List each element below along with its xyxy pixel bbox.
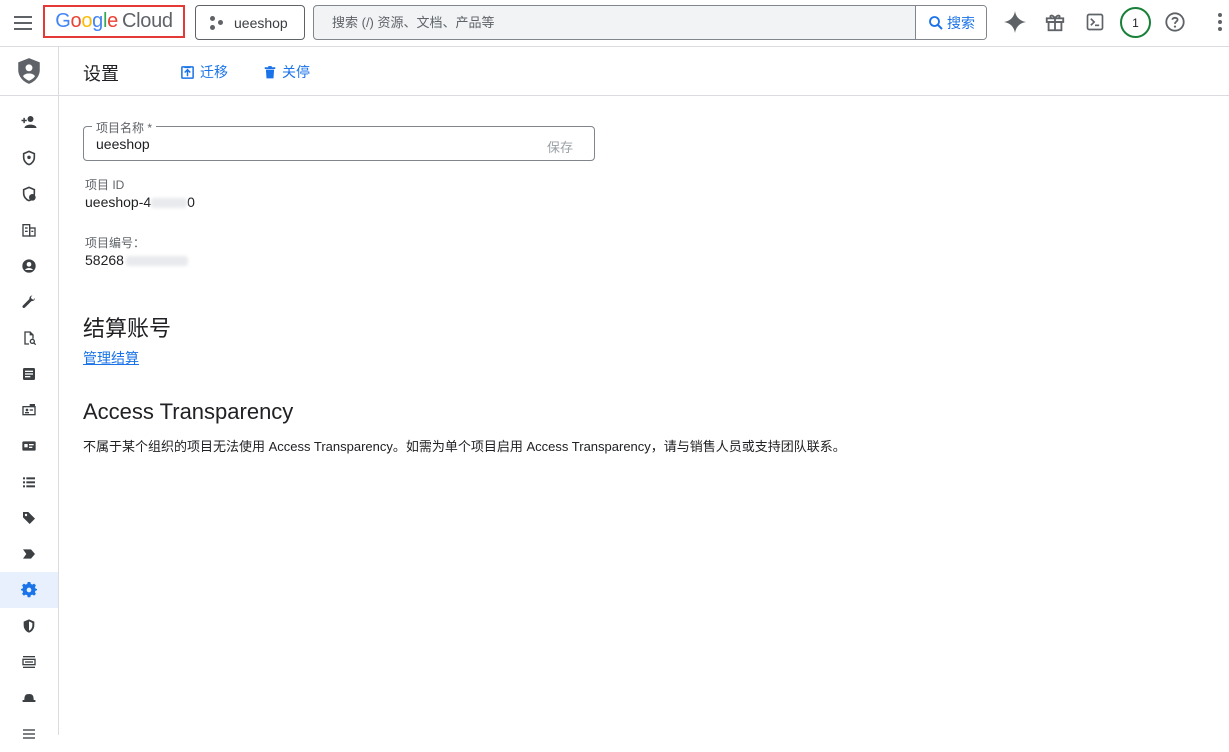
project-number-value: 58268 xyxy=(85,252,188,268)
list-icon xyxy=(23,477,35,488)
project-name-field[interactable]: 项目名称 * ueeshop 保存 xyxy=(83,119,595,161)
search-button[interactable]: 搜索 xyxy=(915,6,986,39)
shutdown-label: 关停 xyxy=(282,64,310,80)
view-list-icon xyxy=(22,656,36,668)
sidebar-item-settings[interactable] xyxy=(0,572,58,608)
logo-cloud-text: Cloud xyxy=(121,10,173,32)
project-number-text: 58268 xyxy=(85,252,124,268)
sidebar-item-tags[interactable] xyxy=(0,500,58,536)
billing-section-title: 结算账号 xyxy=(83,316,172,341)
top-bar: Google Cloud ueeshop 搜索 1 xyxy=(0,0,1229,47)
project-number-label: 项目编号： xyxy=(85,236,146,250)
label-arrow-icon xyxy=(23,549,35,559)
search-icon xyxy=(929,15,943,30)
migrate-label: 迁移 xyxy=(200,64,228,80)
sidebar-item-workload-identity[interactable] xyxy=(0,428,58,464)
sidebar-item-label-arrow[interactable] xyxy=(0,536,58,572)
sidebar-item-organizations[interactable] xyxy=(0,212,58,248)
project-name-value[interactable]: ueeshop xyxy=(96,136,150,152)
sidebar-item-org-policies[interactable] xyxy=(0,356,58,392)
access-transparency-title: Access Transparency xyxy=(83,399,294,424)
document-search-icon xyxy=(24,331,37,346)
sidebar-item-principal-access[interactable] xyxy=(0,176,58,212)
page-header: 设置 迁移 关停 xyxy=(59,47,1229,96)
menu-lines-icon xyxy=(23,729,35,739)
person-add-icon xyxy=(21,116,37,128)
badge-icon xyxy=(22,404,36,416)
manage-billing-link[interactable]: 管理结算 xyxy=(83,348,139,368)
migrate-button[interactable]: 迁移 xyxy=(180,62,228,82)
id-card-icon xyxy=(22,441,36,451)
gemini-sparkle-icon[interactable] xyxy=(1002,9,1028,35)
project-id-label: 项目 ID xyxy=(85,178,125,192)
sidebar-item-privacy-security[interactable] xyxy=(0,608,58,644)
migrate-icon xyxy=(181,65,194,79)
shutdown-button[interactable]: 关停 xyxy=(263,62,310,82)
shield-icon xyxy=(22,150,36,166)
project-name-label: 项目名称 * xyxy=(92,119,157,136)
project-icon xyxy=(210,15,224,30)
search-button-label: 搜索 xyxy=(947,14,975,31)
building-icon xyxy=(22,224,36,237)
iam-admin-product-icon[interactable] xyxy=(0,47,58,96)
tag-icon xyxy=(23,512,35,524)
save-button[interactable]: 保存 xyxy=(547,137,573,156)
sidebar-item-service-accounts[interactable] xyxy=(0,392,58,428)
sidebar-item-iam[interactable] xyxy=(0,104,58,140)
trash-icon xyxy=(264,65,276,78)
sidebar xyxy=(0,47,59,739)
search-bar: 搜索 xyxy=(313,5,987,40)
redacted-blur xyxy=(125,256,188,267)
gear-icon xyxy=(21,582,37,598)
project-picker-label: ueeshop xyxy=(234,14,288,31)
sidebar-item-more[interactable] xyxy=(0,716,58,752)
sidebar-item-audit-logs[interactable] xyxy=(0,644,58,680)
google-cloud-logo[interactable]: Google Cloud xyxy=(43,5,185,38)
search-input[interactable] xyxy=(314,6,916,39)
avatar-count: 1 xyxy=(1132,15,1139,30)
wrench-icon xyxy=(22,295,35,309)
project-id-tail: 0 xyxy=(187,194,195,210)
redacted-blur xyxy=(151,198,188,209)
sidebar-item-policy-troubleshooter[interactable] xyxy=(0,284,58,320)
access-transparency-description: 不属于某个组织的项目无法使用 Access Transparency。如需为单个… xyxy=(83,439,846,454)
sidebar-item-policy-analyzer[interactable] xyxy=(0,320,58,356)
sidebar-item-essential-contacts[interactable] xyxy=(0,680,58,716)
sidebar-item-pam[interactable] xyxy=(0,140,58,176)
notifications-avatar[interactable]: 1 xyxy=(1120,7,1151,38)
cloud-shell-icon[interactable] xyxy=(1082,9,1108,35)
security-shield-icon xyxy=(23,619,35,633)
page-title: 设置 xyxy=(83,64,119,84)
main-menu-icon[interactable] xyxy=(12,12,34,34)
more-vert-icon[interactable] xyxy=(1210,9,1229,35)
article-icon xyxy=(23,368,35,380)
hat-icon xyxy=(22,694,36,702)
gift-icon[interactable] xyxy=(1042,9,1068,35)
project-id-text: ueeshop-4 xyxy=(85,194,152,210)
account-circle-icon xyxy=(22,259,36,273)
shield-person-icon xyxy=(22,186,36,202)
help-icon[interactable] xyxy=(1162,9,1188,35)
project-picker[interactable]: ueeshop xyxy=(195,5,305,40)
logo-google-text: Google xyxy=(55,10,118,32)
sidebar-item-identity[interactable] xyxy=(0,248,58,284)
project-id-value: ueeshop-4 0 xyxy=(85,194,195,210)
sidebar-item-labels[interactable] xyxy=(0,464,58,500)
